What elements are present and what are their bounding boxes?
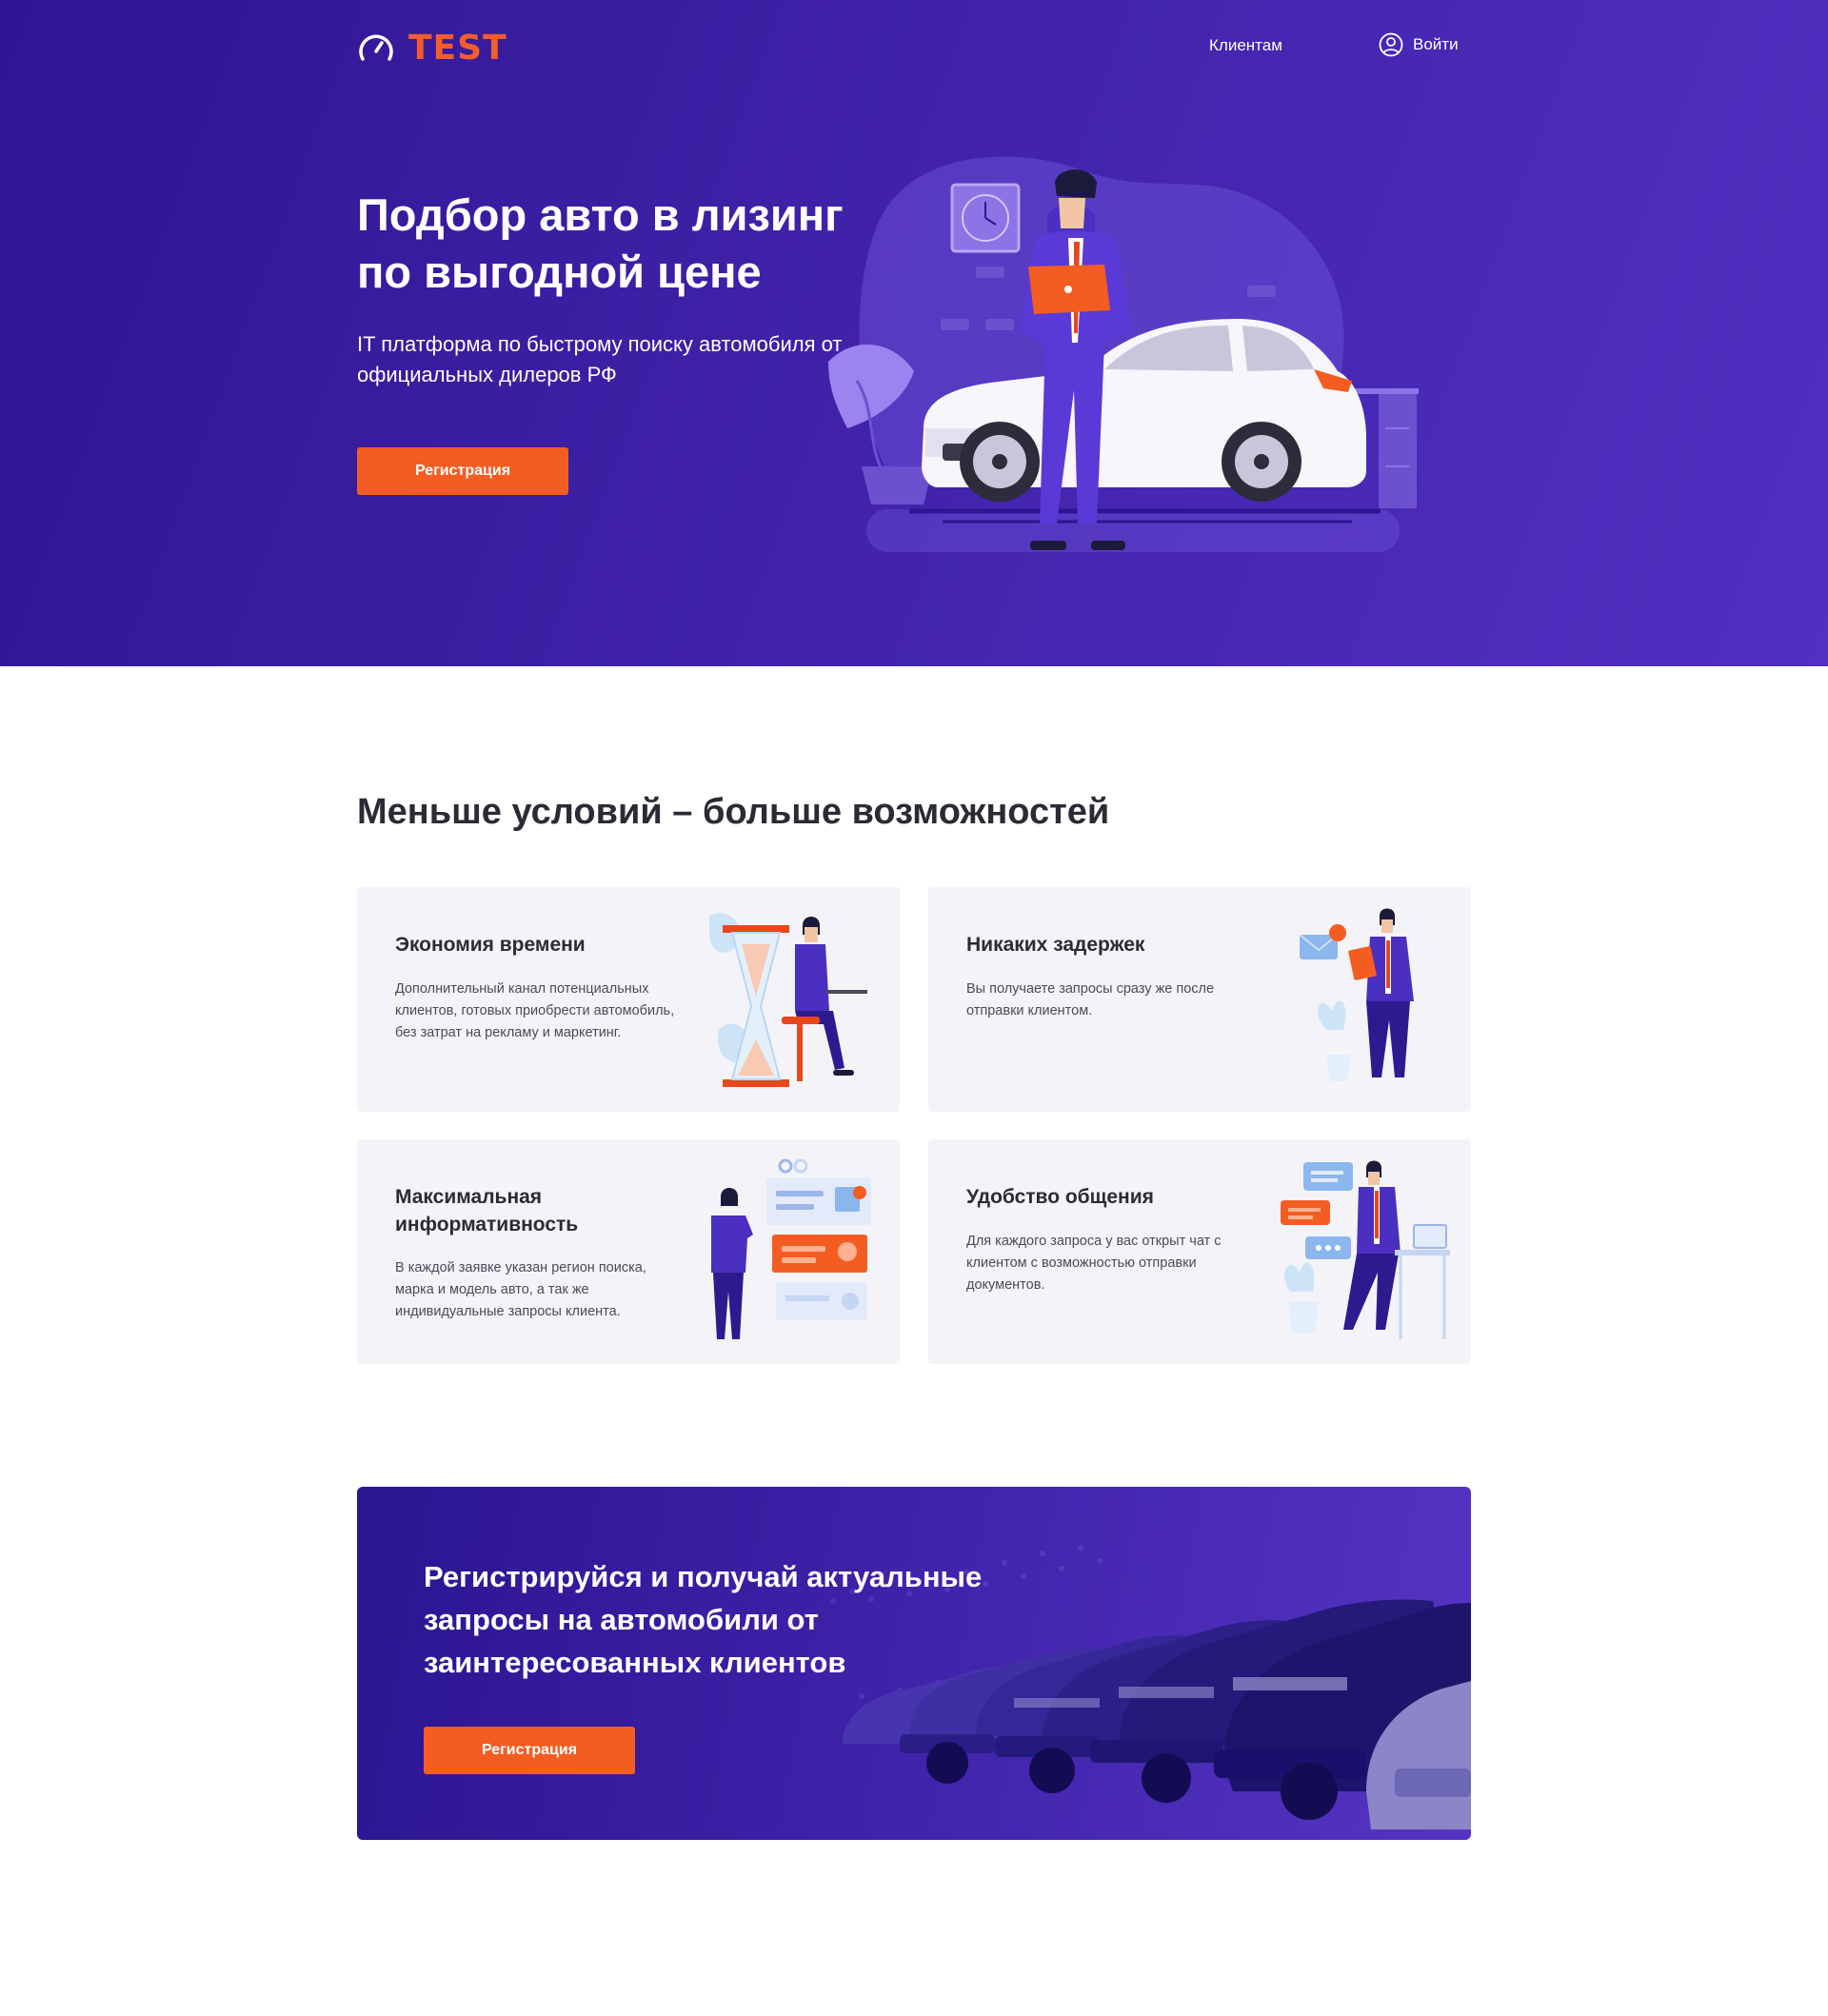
feature-card-title: Максимальная информативность <box>395 1186 579 1235</box>
nav-link-clients[interactable]: Клиентам <box>1209 36 1282 55</box>
feature-card-time: Экономия времени Дополнительный канал по… <box>357 887 900 1112</box>
login-label: Войти <box>1413 35 1459 53</box>
cta-title: Регистрируйся и получай актуальные запро… <box>424 1560 983 1679</box>
feature-card-no-delays: Никаких задержек Вы получаете запросы ср… <box>928 887 1471 1112</box>
feature-card-title: Никаких задержек <box>966 934 1145 956</box>
feature-card-text: Для каждого запроса у вас открыт чат с к… <box>966 1234 1222 1293</box>
chat-bubbles-icon <box>1281 1160 1450 1339</box>
feature-card-title: Удобство общения <box>966 1186 1154 1208</box>
top-nav: TEST Клиентам Войти <box>357 27 1471 69</box>
user-icon <box>1379 32 1403 57</box>
feature-card-communication: Удобство общения Для каждого запроса у в… <box>928 1139 1471 1364</box>
logo[interactable]: TEST <box>357 27 507 69</box>
feature-card-text: Вы получаете запросы сразу же после отпр… <box>966 981 1215 1018</box>
register-button[interactable]: Регистрация <box>357 447 568 495</box>
profile-cards-icon <box>711 1158 871 1339</box>
speedometer-icon <box>359 34 393 61</box>
hero-title: Подбор авто в лизинг по выгодной цене <box>357 189 844 297</box>
notification-icon <box>1299 908 1414 1081</box>
hero-subtitle: IT платформа по быстрому поиску автомоби… <box>357 332 843 386</box>
login-link[interactable]: Войти <box>1379 32 1459 57</box>
feature-card-text: В каждой заявке указан регион поиска, ма… <box>395 1260 646 1319</box>
feature-card-title: Экономия времени <box>395 934 586 956</box>
cta-register-button[interactable]: Регистрация <box>424 1727 635 1774</box>
feature-card-text: Дополнительный канал потенциальных клиен… <box>395 981 675 1040</box>
features-title: Меньше условий – больше возможностей <box>357 792 1110 832</box>
car-salesman-illustration <box>828 156 1419 552</box>
logo-text: TEST <box>408 28 507 68</box>
hero-section: TEST Клиентам Войти Подбор авто в лизинг… <box>0 0 1828 666</box>
cta-banner: Регистрируйся и получай актуальные запро… <box>357 1487 1471 1840</box>
hourglass-icon <box>709 913 867 1087</box>
feature-card-informativeness: Максимальная информативность В каждой за… <box>357 1139 900 1364</box>
